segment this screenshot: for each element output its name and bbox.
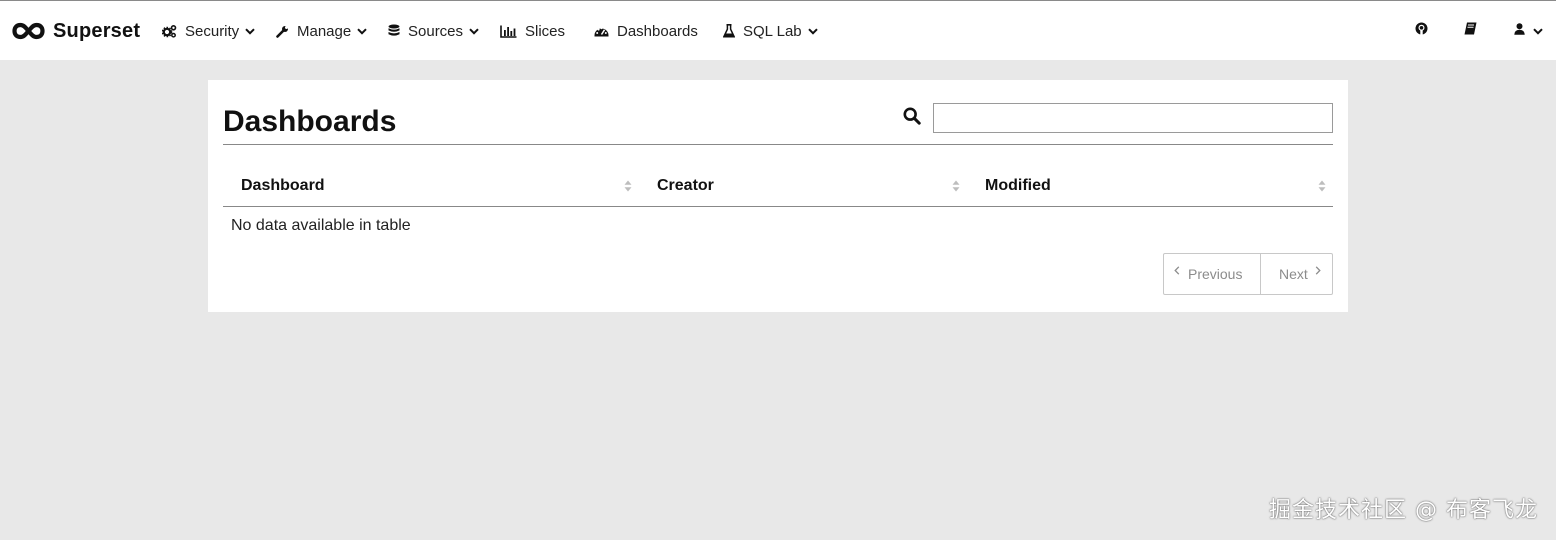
dashboards-table: Dashboard Creator Modified No data avail… — [223, 166, 1333, 245]
bar-chart-icon — [500, 25, 517, 38]
next-page-label: Next — [1279, 266, 1308, 282]
nav-slices-label: Slices — [525, 22, 566, 40]
cogs-icon — [162, 24, 177, 38]
database-icon — [388, 24, 400, 38]
sort-icon[interactable] — [1317, 179, 1327, 193]
nav-dashboards-label: Dashboards — [617, 22, 698, 40]
brand-name: Superset — [53, 19, 141, 42]
github-link[interactable] — [1415, 1, 1428, 61]
nav-security[interactable]: Security — [162, 1, 255, 61]
page-title: Dashboards — [223, 105, 397, 138]
user-menu[interactable] — [1514, 1, 1543, 61]
nav-sql-lab[interactable]: SQL Lab — [723, 1, 818, 61]
flask-icon — [723, 24, 735, 38]
nav-slices[interactable]: Slices — [500, 1, 565, 61]
nav-security-label: Security — [185, 22, 240, 40]
github-icon — [1415, 22, 1428, 40]
column-header-dashboard[interactable]: Dashboard — [241, 166, 325, 206]
chevron-down-icon — [245, 27, 255, 35]
nav-sources-label: Sources — [408, 22, 464, 40]
column-header-label: Creator — [657, 177, 714, 194]
book-icon — [1464, 22, 1477, 40]
column-header-label: Dashboard — [241, 177, 325, 194]
chevron-down-icon — [1533, 22, 1543, 40]
sort-icon[interactable] — [951, 179, 961, 193]
table-header: Dashboard Creator Modified — [223, 166, 1333, 207]
watermark-text: 掘金技术社区 @ 布客飞龙 — [1269, 498, 1538, 523]
top-navbar: Superset Security Manage Sources Slices … — [0, 0, 1556, 60]
previous-page-button[interactable]: Previous — [1164, 254, 1261, 294]
previous-page-label: Previous — [1188, 266, 1243, 282]
wrench-icon — [276, 25, 289, 38]
search-input[interactable] — [933, 103, 1333, 133]
chevron-down-icon — [469, 27, 479, 35]
nav-manage-label: Manage — [297, 22, 352, 40]
column-header-label: Modified — [985, 177, 1051, 194]
nav-sources[interactable]: Sources — [388, 1, 479, 61]
table-empty-message: No data available in table — [231, 217, 411, 234]
chevron-down-icon — [807, 27, 818, 35]
search-icon — [903, 107, 921, 125]
column-header-creator[interactable]: Creator — [657, 166, 714, 206]
dashboards-panel: Dashboards Dashboard Creator Modified No… — [208, 80, 1348, 312]
chevron-left-icon — [1174, 265, 1180, 275]
sort-icon[interactable] — [623, 179, 633, 193]
nav-sql-lab-label: SQL Lab — [743, 22, 802, 40]
next-page-button[interactable]: Next — [1261, 254, 1332, 294]
nav-dashboards[interactable]: Dashboards — [594, 1, 698, 61]
brand-link[interactable]: Superset — [12, 1, 140, 61]
chevron-right-icon — [1315, 265, 1321, 275]
pagination: Previous Next — [1163, 253, 1333, 295]
chevron-down-icon — [357, 27, 367, 35]
user-icon — [1514, 22, 1525, 40]
column-header-modified[interactable]: Modified — [985, 166, 1051, 206]
infinity-logo-icon — [12, 22, 45, 40]
panel-header: Dashboards — [223, 80, 1333, 145]
documentation-link[interactable] — [1464, 1, 1477, 61]
dashboard-gauge-icon — [594, 25, 609, 37]
nav-manage[interactable]: Manage — [276, 1, 367, 61]
